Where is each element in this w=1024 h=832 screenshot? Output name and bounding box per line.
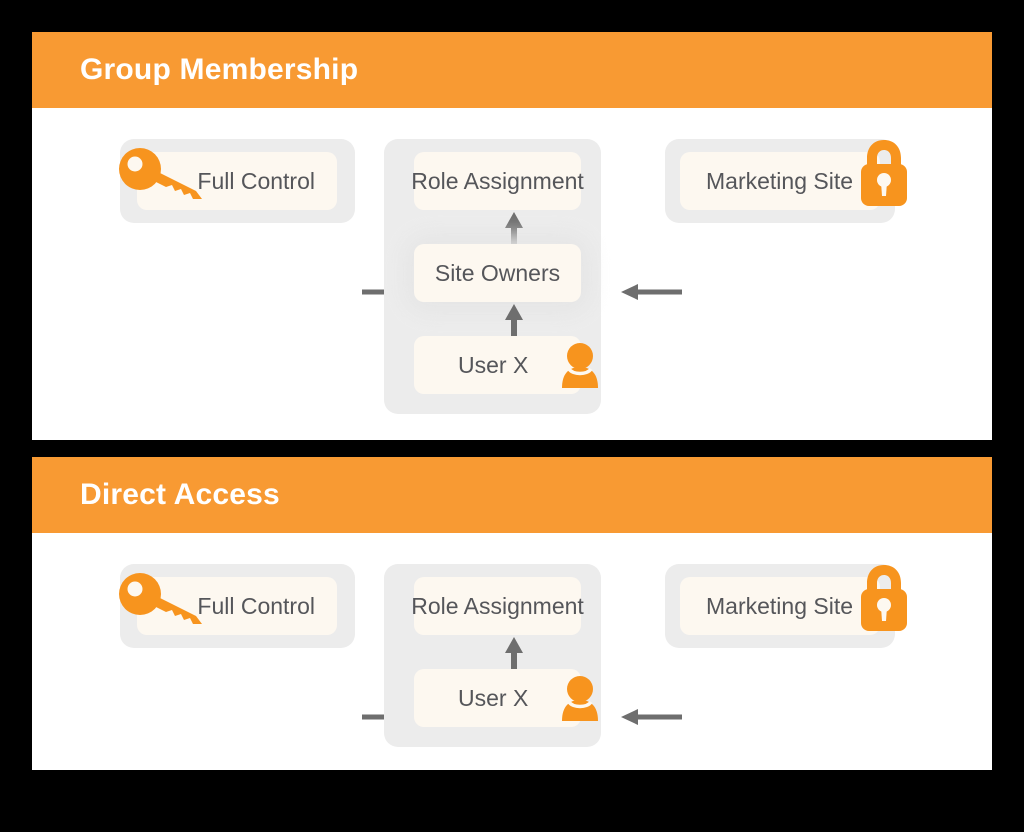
user-icon [560,342,600,388]
diagram-canvas: Group Membership Full Control Role Assig… [0,0,1024,832]
node-user-x-direct-label: User X [458,684,529,711]
node-role-assignment-label: Role Assignment [411,167,584,194]
node-marketing-site-direct-label: Marketing Site [706,592,854,619]
panel-header-group-membership: Group Membership [32,32,992,108]
user-icon [560,675,600,721]
panel-group-membership: Group Membership Full Control Role Assig… [32,32,992,440]
panel-direct-access: Direct Access Full Control Role Assignme… [32,457,992,770]
panel-body-direct-access: Full Control Role Assignment User X Mark… [32,533,992,770]
node-full-control-direct-label: Full Control [197,592,315,619]
panel-body-group-membership: Full Control Role Assignment Site Owners… [32,108,992,440]
key-icon [118,147,208,207]
panel-header-direct-access: Direct Access [32,457,992,533]
node-user-x-label: User X [458,351,529,378]
node-user-x-direct[interactable]: User X [414,669,581,727]
node-full-control-label: Full Control [197,167,315,194]
node-role-assignment-direct[interactable]: Role Assignment [411,577,584,635]
node-marketing-site-label: Marketing Site [706,167,854,194]
arrow-marketing-site-to-role-direct [620,707,682,727]
lock-icon [856,134,912,210]
page-title: Group Membership [80,53,359,86]
key-icon [118,572,208,632]
node-role-assignment-direct-label: Role Assignment [411,592,584,619]
page-title-direct: Direct Access [80,478,280,511]
node-site-owners[interactable]: Site Owners [414,244,581,302]
node-site-owners-label: Site Owners [434,259,561,286]
node-user-x[interactable]: User X [414,336,581,394]
lock-icon [856,559,912,635]
node-marketing-site[interactable]: Marketing Site [680,152,880,210]
arrow-marketing-site-to-role [620,282,682,302]
node-marketing-site-direct[interactable]: Marketing Site [680,577,880,635]
node-role-assignment[interactable]: Role Assignment [411,152,584,210]
